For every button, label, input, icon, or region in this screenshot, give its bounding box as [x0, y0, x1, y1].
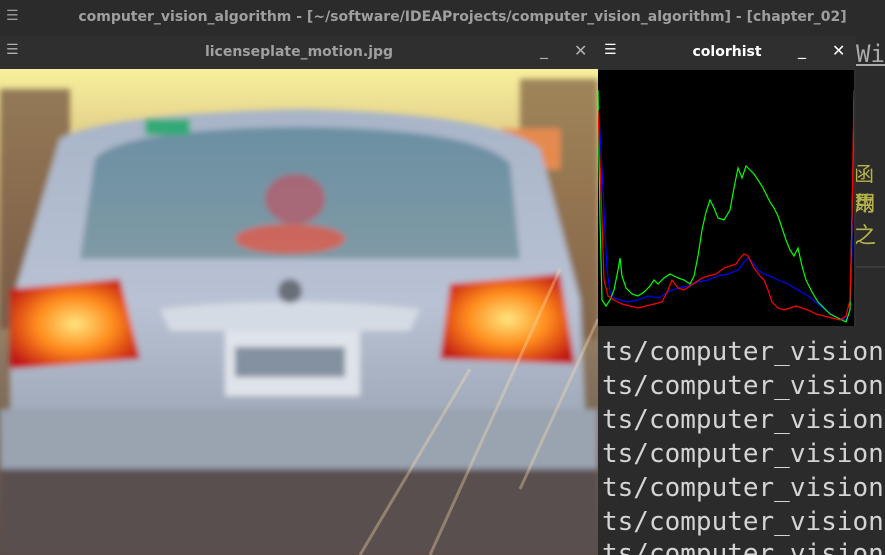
car-photo-image — [0, 69, 598, 555]
terminal-line: ts/computer_vision — [602, 507, 884, 537]
color-histogram-plot — [597, 70, 855, 326]
histogram-window-minimize-button[interactable]: _ — [798, 40, 806, 59]
histogram-canvas — [597, 70, 855, 326]
histogram-window: ☰ colorhist _ ✕ — [597, 36, 856, 326]
terminal-line: ts/computer_vision — [602, 337, 884, 367]
histogram-window-close-button[interactable]: ✕ — [832, 41, 845, 60]
terminal-line: ts/computer_vision — [602, 473, 884, 503]
image-window-title: licenseplate_motion.jpg — [204, 44, 394, 60]
license-plate-photo — [0, 69, 598, 555]
terminal-line: ts/computer_vision — [602, 405, 884, 435]
image-window: ☰ licenseplate_motion.jpg _ ✕ — [0, 36, 598, 555]
terminal-line: ts/computer_vision — [602, 371, 884, 401]
main-title-bar: ☰ computer_vision_algorithm - [~/softwar… — [0, 0, 885, 36]
ide-cjk-line-2: 用之 — [854, 192, 877, 249]
main-window-title: computer_vision_algorithm - [~/software/… — [78, 9, 847, 25]
ide-tab-fragment[interactable]: Wir — [856, 40, 885, 68]
terminal-panel: ts/computer_vision ts/computer_vision ts… — [598, 331, 885, 555]
terminal-line: ts/computer_vision — [602, 439, 884, 469]
histogram-window-title: colorhist — [692, 44, 762, 60]
image-window-minimize-button[interactable]: _ — [540, 40, 548, 59]
image-window-close-button[interactable]: ✕ — [574, 41, 587, 60]
histogram-window-title-bar[interactable]: ☰ colorhist _ ✕ — [598, 36, 856, 69]
terminal-line: ts/computer_vision — [602, 539, 884, 555]
image-window-title-bar[interactable]: ☰ licenseplate_motion.jpg _ ✕ — [0, 36, 598, 69]
